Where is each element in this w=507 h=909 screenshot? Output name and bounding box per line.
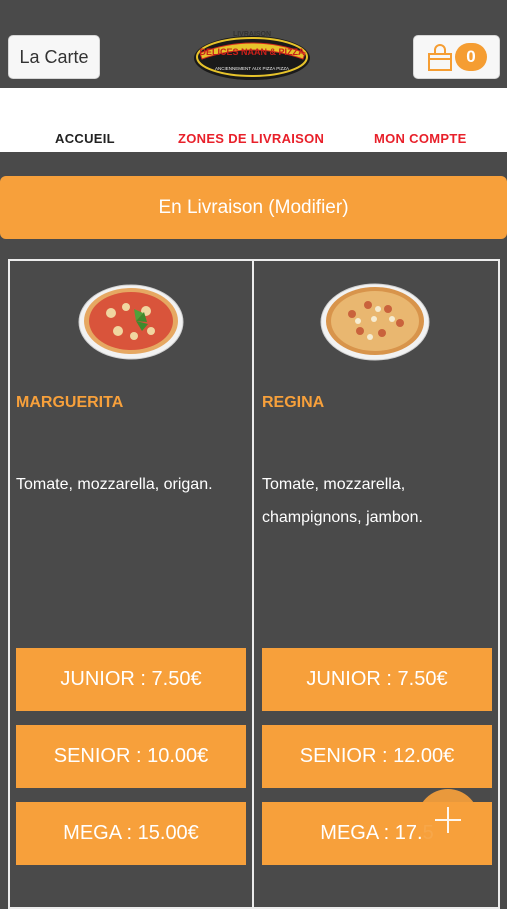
price-junior-button[interactable]: JUNIOR : 7.50€	[262, 648, 492, 711]
svg-text:DELICES NAAN & PIZZA: DELICES NAAN & PIZZA	[199, 47, 305, 57]
nav-accueil[interactable]: ACCUEIL	[55, 131, 115, 146]
pizza-marguerita-image[interactable]	[76, 281, 186, 361]
price-junior-button[interactable]: JUNIOR : 7.50€	[16, 648, 246, 711]
pizza-regina-image[interactable]	[320, 281, 430, 361]
price-senior-button[interactable]: SENIOR : 10.00€	[16, 725, 246, 788]
cart-count-badge: 0	[455, 43, 487, 71]
product-name: REGINA	[262, 394, 325, 411]
nav-bar: ACCUEIL ZONES DE LIVRAISON MON COMPTE	[0, 88, 507, 152]
restaurant-logo[interactable]: LIVRAISON DELICES NAAN & PIZZA ANCIENNEM…	[190, 27, 315, 83]
nav-zones-de-livraison[interactable]: ZONES DE LIVRAISON	[178, 131, 324, 146]
product-name: MARGUERITA	[16, 394, 124, 411]
plus-icon	[435, 807, 461, 833]
svg-text:ANCIENNEMENT AUX PIZZA PIZZA: ANCIENNEMENT AUX PIZZA PIZZA	[215, 66, 289, 71]
product-card-marguerita: MARGUERITA Tomate, mozzarella, origan. J…	[10, 261, 254, 901]
delivery-mode-button[interactable]: En Livraison (Modifier)	[0, 176, 507, 239]
product-description: Tomate, mozzarella, origan.	[16, 476, 213, 493]
price-mega-button[interactable]: MEGA : 15.00€	[16, 802, 246, 865]
svg-text:LIVRAISON: LIVRAISON	[233, 31, 271, 38]
cart-button[interactable]: 0	[413, 35, 500, 79]
product-description: Tomate, mozzarella, champignons, jambon.	[262, 476, 423, 526]
shopping-bag-icon	[428, 44, 452, 71]
top-bar: La Carte LIVRAISON DELICES NAAN & PIZZA …	[0, 0, 507, 88]
price-senior-button[interactable]: SENIOR : 12.00€	[262, 725, 492, 788]
la-carte-button[interactable]: La Carte	[8, 35, 100, 79]
add-fab-button[interactable]	[417, 789, 479, 851]
nav-mon-compte[interactable]: MON COMPTE	[374, 131, 467, 146]
